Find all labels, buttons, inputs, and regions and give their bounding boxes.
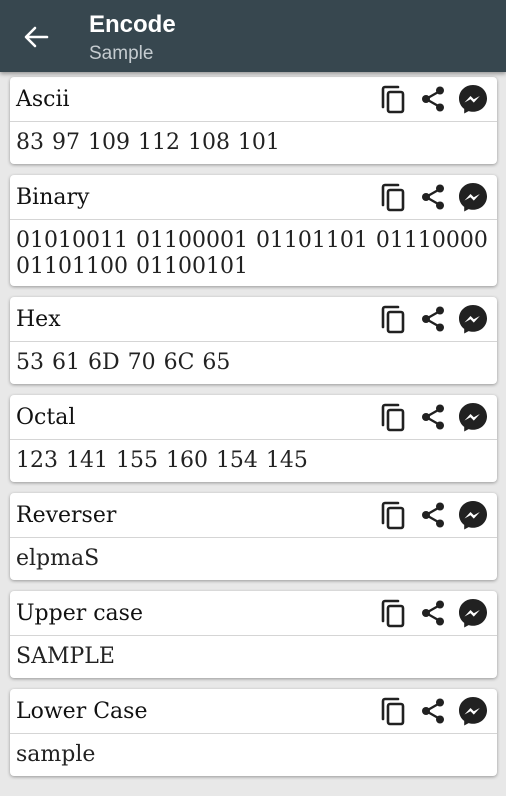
back-button[interactable] [20, 22, 52, 52]
card-actions [373, 691, 493, 731]
copy-icon [381, 599, 405, 628]
messenger-button[interactable] [453, 397, 493, 437]
encoding-card-lower-case: Lower Case sample [10, 689, 497, 776]
share-button[interactable] [413, 691, 453, 731]
messenger-icon [459, 501, 487, 530]
share-icon [422, 698, 444, 724]
card-value: 123 141 155 160 154 145 [16, 448, 308, 473]
card-header: Hex [10, 297, 497, 342]
share-icon [422, 404, 444, 430]
copy-button[interactable] [373, 593, 413, 633]
messenger-button[interactable] [453, 177, 493, 217]
share-button[interactable] [413, 495, 453, 535]
share-button[interactable] [413, 397, 453, 437]
encoding-list: Ascii 83 97 109 112 108 101 Binary 01010… [0, 72, 506, 776]
card-value: elpmaS [16, 546, 100, 571]
encoding-card-octal: Octal 123 141 155 160 154 145 [10, 395, 497, 482]
copy-icon [381, 305, 405, 334]
card-value: sample [16, 742, 96, 767]
messenger-icon [459, 697, 487, 726]
copy-button[interactable] [373, 299, 413, 339]
card-value: SAMPLE [16, 644, 115, 669]
copy-icon [381, 697, 405, 726]
card-value: 53 61 6D 70 6C 65 [16, 350, 231, 375]
card-actions [373, 79, 493, 119]
card-title: Octal [16, 404, 76, 430]
messenger-icon [459, 305, 487, 334]
encoding-card-binary: Binary 01010011 01100001 01101101 011100… [10, 175, 497, 286]
card-actions [373, 299, 493, 339]
card-title: Ascii [16, 86, 70, 112]
share-icon [422, 184, 444, 210]
share-button[interactable] [413, 79, 453, 119]
messenger-icon [459, 183, 487, 212]
card-header: Upper case [10, 591, 497, 636]
copy-icon [381, 501, 405, 530]
messenger-button[interactable] [453, 691, 493, 731]
card-title: Hex [16, 306, 61, 332]
card-title: Reverser [16, 502, 117, 528]
messenger-button[interactable] [453, 495, 493, 535]
encoding-card-ascii: Ascii 83 97 109 112 108 101 [10, 77, 497, 164]
copy-icon [381, 85, 405, 114]
messenger-icon [459, 85, 487, 114]
arrow-left-icon [24, 26, 49, 48]
share-icon [422, 600, 444, 626]
copy-icon [381, 403, 405, 432]
card-header: Reverser [10, 493, 497, 538]
share-icon [422, 502, 444, 528]
card-header: Binary [10, 175, 497, 220]
share-button[interactable] [413, 299, 453, 339]
card-value: 83 97 109 112 108 101 [16, 130, 280, 155]
encoding-card-reverser: Reverser elpmaS [10, 493, 497, 580]
card-header: Ascii [10, 77, 497, 122]
card-actions [373, 593, 493, 633]
card-header: Lower Case [10, 689, 497, 734]
encoding-card-upper-case: Upper case SAMPLE [10, 591, 497, 678]
share-icon [422, 86, 444, 112]
copy-button[interactable] [373, 177, 413, 217]
messenger-button[interactable] [453, 79, 493, 119]
messenger-button[interactable] [453, 593, 493, 633]
page-title: Encode [89, 11, 176, 38]
share-button[interactable] [413, 593, 453, 633]
messenger-button[interactable] [453, 299, 493, 339]
app-bar: Encode Sample [0, 0, 506, 72]
share-icon [422, 306, 444, 332]
copy-button[interactable] [373, 397, 413, 437]
messenger-icon [459, 403, 487, 432]
card-title: Upper case [16, 600, 143, 626]
card-title: Binary [16, 184, 90, 210]
card-actions [373, 397, 493, 437]
copy-button[interactable] [373, 495, 413, 535]
copy-icon [381, 183, 405, 212]
share-button[interactable] [413, 177, 453, 217]
encoding-card-hex: Hex 53 61 6D 70 6C 65 [10, 297, 497, 384]
page-subtitle: Sample [89, 43, 154, 64]
card-actions [373, 495, 493, 535]
card-value: 01010011 01100001 01101101 01110000 0110… [16, 228, 488, 279]
card-title: Lower Case [16, 698, 148, 724]
copy-button[interactable] [373, 79, 413, 119]
messenger-icon [459, 599, 487, 628]
app-bar-titles: Encode Sample [89, 10, 176, 67]
card-actions [373, 177, 493, 217]
copy-button[interactable] [373, 691, 413, 731]
card-header: Octal [10, 395, 497, 440]
